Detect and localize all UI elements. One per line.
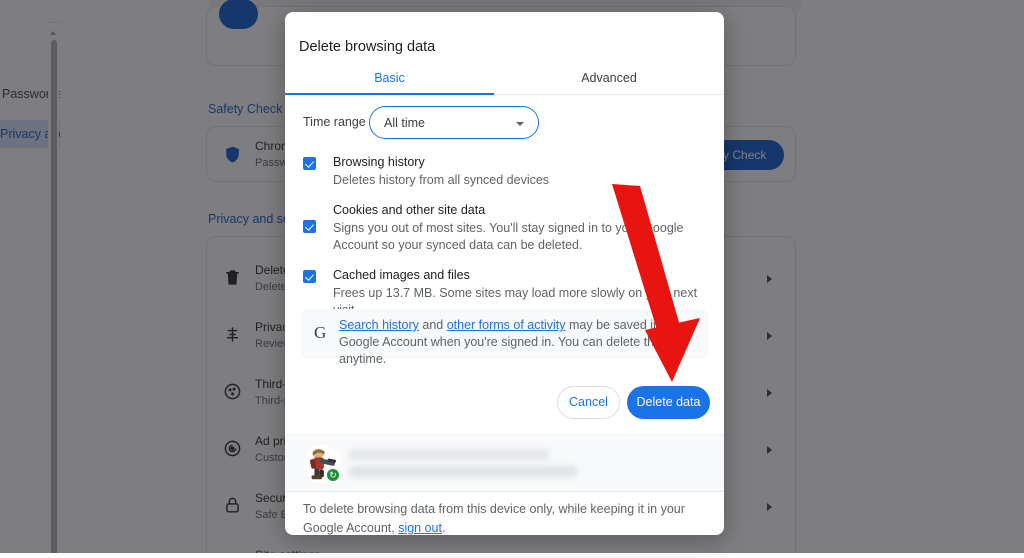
option-browsing-history[interactable]: Browsing history Deletes history from al…	[285, 154, 724, 194]
tab-basic[interactable]: Basic	[285, 70, 494, 86]
delete-data-button[interactable]: Delete data	[627, 386, 710, 419]
footer-text-after: .	[441, 521, 446, 535]
sign-out-link[interactable]: sign out	[398, 521, 442, 535]
option-cookies-and-site-data[interactable]: Cookies and other site data Signs you ou…	[285, 202, 724, 258]
option-title: Browsing history	[333, 155, 425, 169]
time-range-label: Time range	[303, 115, 366, 129]
browsing-history-checkbox[interactable]	[303, 157, 316, 170]
info-mid: and	[418, 318, 447, 332]
google-g-icon: G	[314, 323, 327, 342]
dialog-tabs: Basic Advanced	[285, 70, 724, 95]
time-range-select[interactable]: All time	[369, 106, 539, 139]
account-name-redacted	[349, 449, 549, 460]
cached-images-checkbox[interactable]	[303, 270, 316, 283]
cancel-button[interactable]: Cancel	[557, 386, 620, 419]
time-range-row: Time range All time	[285, 106, 724, 140]
tab-advanced[interactable]: Advanced	[494, 70, 724, 86]
time-range-value: All time	[384, 116, 425, 130]
option-title: Cookies and other site data	[333, 203, 486, 217]
cookies-checkbox[interactable]	[303, 220, 316, 233]
option-subtitle: Deletes history from all synced devices	[333, 173, 550, 187]
option-subtitle: Signs you out of most sites. You'll stay…	[333, 221, 684, 252]
sync-badge-icon: ↻	[325, 467, 341, 483]
dialog-footer-text: To delete browsing data from this device…	[303, 500, 707, 535]
search-history-link[interactable]: Search history	[339, 318, 419, 332]
other-forms-of-activity-link[interactable]: other forms of activity	[447, 318, 566, 332]
chevron-down-icon	[516, 122, 524, 126]
tab-active-indicator	[285, 93, 494, 95]
account-strip[interactable]: ↻	[285, 434, 724, 492]
option-cached-images-and-files[interactable]: Cached images and files Frees up 13.7 MB…	[285, 267, 724, 317]
account-email-redacted	[349, 466, 577, 477]
google-account-info-box: G Search history and other forms of acti…	[301, 309, 708, 366]
dialog-actions: Cancel Delete data	[285, 386, 724, 422]
delete-browsing-data-dialog: Delete browsing data Basic Advanced Time…	[285, 12, 724, 535]
dialog-title: Delete browsing data	[299, 39, 436, 55]
footer-text-before: To delete browsing data from this device…	[303, 502, 685, 535]
option-title: Cached images and files	[333, 268, 470, 282]
google-account-info-text: Search history and other forms of activi…	[339, 317, 697, 368]
